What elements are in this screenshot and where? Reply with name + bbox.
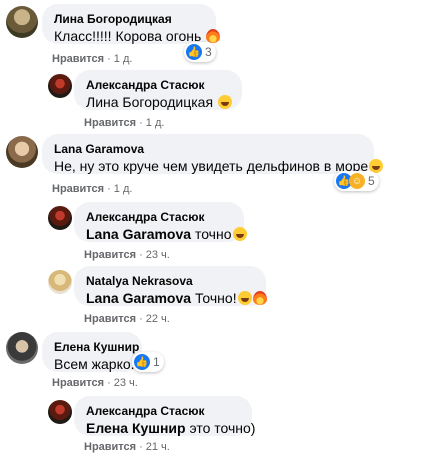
timestamp[interactable]: 1 д. — [114, 183, 133, 195]
reaction-count: 3 — [205, 45, 212, 59]
fire-emoji — [252, 291, 267, 305]
timestamp[interactable]: 21 ч. — [146, 441, 170, 453]
reply-bubble: Александра Стасюк Lana Garamova точно — [74, 202, 247, 243]
timestamp[interactable]: 1 д. — [114, 53, 133, 65]
timestamp[interactable]: 23 ч. — [146, 249, 170, 261]
like-button[interactable]: Нравится — [84, 441, 136, 453]
reply-text-content: точно — [194, 226, 232, 242]
reply-author[interactable]: Natalya Nekrasova — [86, 273, 254, 289]
reply-mention[interactable]: Елена Кушнир — [86, 420, 186, 436]
comment-meta: Нравится · 1 д. — [52, 53, 133, 65]
comment-text-content: Класс!!!!! Корова огонь — [54, 28, 202, 44]
grin-emoji — [217, 95, 232, 109]
like-button[interactable]: Нравится — [84, 313, 136, 325]
reply-text: Lana Garamova точно — [86, 225, 247, 243]
haha-icon: ☺ — [349, 173, 365, 189]
reply-meta: Нравится · 1 д. — [84, 117, 165, 129]
reply-text-content: это точно) — [189, 420, 256, 436]
reply-meta: Нравится · 21 ч. — [84, 441, 170, 453]
laugh-emoji — [237, 291, 252, 305]
comment-meta: Нравится · 1 д. — [52, 183, 133, 195]
comment-bubble: Lana Garamova Не, ну это круче чем увиде… — [42, 134, 384, 175]
avatar[interactable] — [48, 74, 72, 98]
comment-text-content: Не, ну это круче чем увидеть дельфинов в… — [54, 158, 369, 174]
reply-mention[interactable]: Лина Богородицкая — [86, 94, 213, 110]
reply-text: Елена Кушнир это точно) — [86, 419, 255, 437]
comment-bubble: Лина Богородицкая Класс!!!!! Корова огон… — [42, 4, 221, 45]
fire-emoji — [206, 29, 221, 43]
like-button[interactable]: Нравится — [52, 183, 104, 195]
like-icon: 👍 — [134, 354, 150, 370]
reply-bubble: Александра Стасюк Елена Кушнир это точно… — [74, 396, 255, 437]
reaction-summary[interactable]: 👍 1 — [132, 352, 164, 372]
avatar[interactable] — [6, 6, 38, 38]
like-button[interactable]: Нравится — [52, 53, 104, 65]
reply-meta: Нравится · 23 ч. — [84, 249, 170, 261]
avatar[interactable] — [6, 332, 38, 364]
comment-author[interactable]: Lana Garamova — [54, 141, 362, 157]
reply-bubble: Александра Стасюк Лина Богородицкая — [74, 70, 242, 110]
reply-meta: Нравится · 22 ч. — [84, 313, 170, 325]
comment-text: Всем жарко. — [54, 356, 135, 372]
reaction-summary[interactable]: 👍 ☺ 5 — [334, 171, 379, 191]
laugh-emoji — [232, 227, 247, 241]
reply-text-content: Точно! — [194, 290, 237, 306]
timestamp[interactable]: 23 ч. — [114, 377, 138, 389]
comment-bubble: Елена Кушнир Всем жарко. — [42, 332, 142, 372]
timestamp[interactable]: 1 д. — [146, 117, 165, 129]
reply-bubble: Natalya Nekrasova Lana Garamova Точно! — [74, 266, 267, 307]
reaction-count: 5 — [368, 174, 375, 188]
comment-meta: Нравится · 23 ч. — [52, 377, 138, 389]
comment-text: Не, ну это круче чем увидеть дельфинов в… — [54, 157, 384, 175]
comment-author[interactable]: Елена Кушнир — [54, 339, 139, 355]
reply-author[interactable]: Александра Стасюк — [86, 403, 240, 419]
reply-mention[interactable]: Lana Garamova — [86, 290, 191, 306]
reply-author[interactable]: Александра Стасюк — [86, 209, 232, 225]
avatar[interactable] — [48, 400, 72, 424]
like-button[interactable]: Нравится — [84, 117, 136, 129]
reaction-count: 1 — [153, 355, 160, 369]
like-button[interactable]: Нравится — [52, 377, 104, 389]
like-button[interactable]: Нравится — [84, 249, 136, 261]
reply-mention[interactable]: Lana Garamova — [86, 226, 191, 242]
reaction-summary[interactable]: 👍 3 — [184, 42, 216, 62]
reply-text: Лина Богородицкая — [86, 93, 232, 111]
comment-text: Класс!!!!! Корова огонь — [54, 27, 221, 45]
avatar[interactable] — [6, 136, 38, 168]
timestamp[interactable]: 22 ч. — [146, 313, 170, 325]
like-icon: 👍 — [186, 44, 202, 60]
reply-text: Lana Garamova Точно! — [86, 289, 267, 307]
reply-author[interactable]: Александра Стасюк — [86, 77, 230, 93]
avatar[interactable] — [48, 270, 72, 294]
avatar[interactable] — [48, 206, 72, 230]
comment-author[interactable]: Лина Богородицкая — [54, 11, 204, 27]
